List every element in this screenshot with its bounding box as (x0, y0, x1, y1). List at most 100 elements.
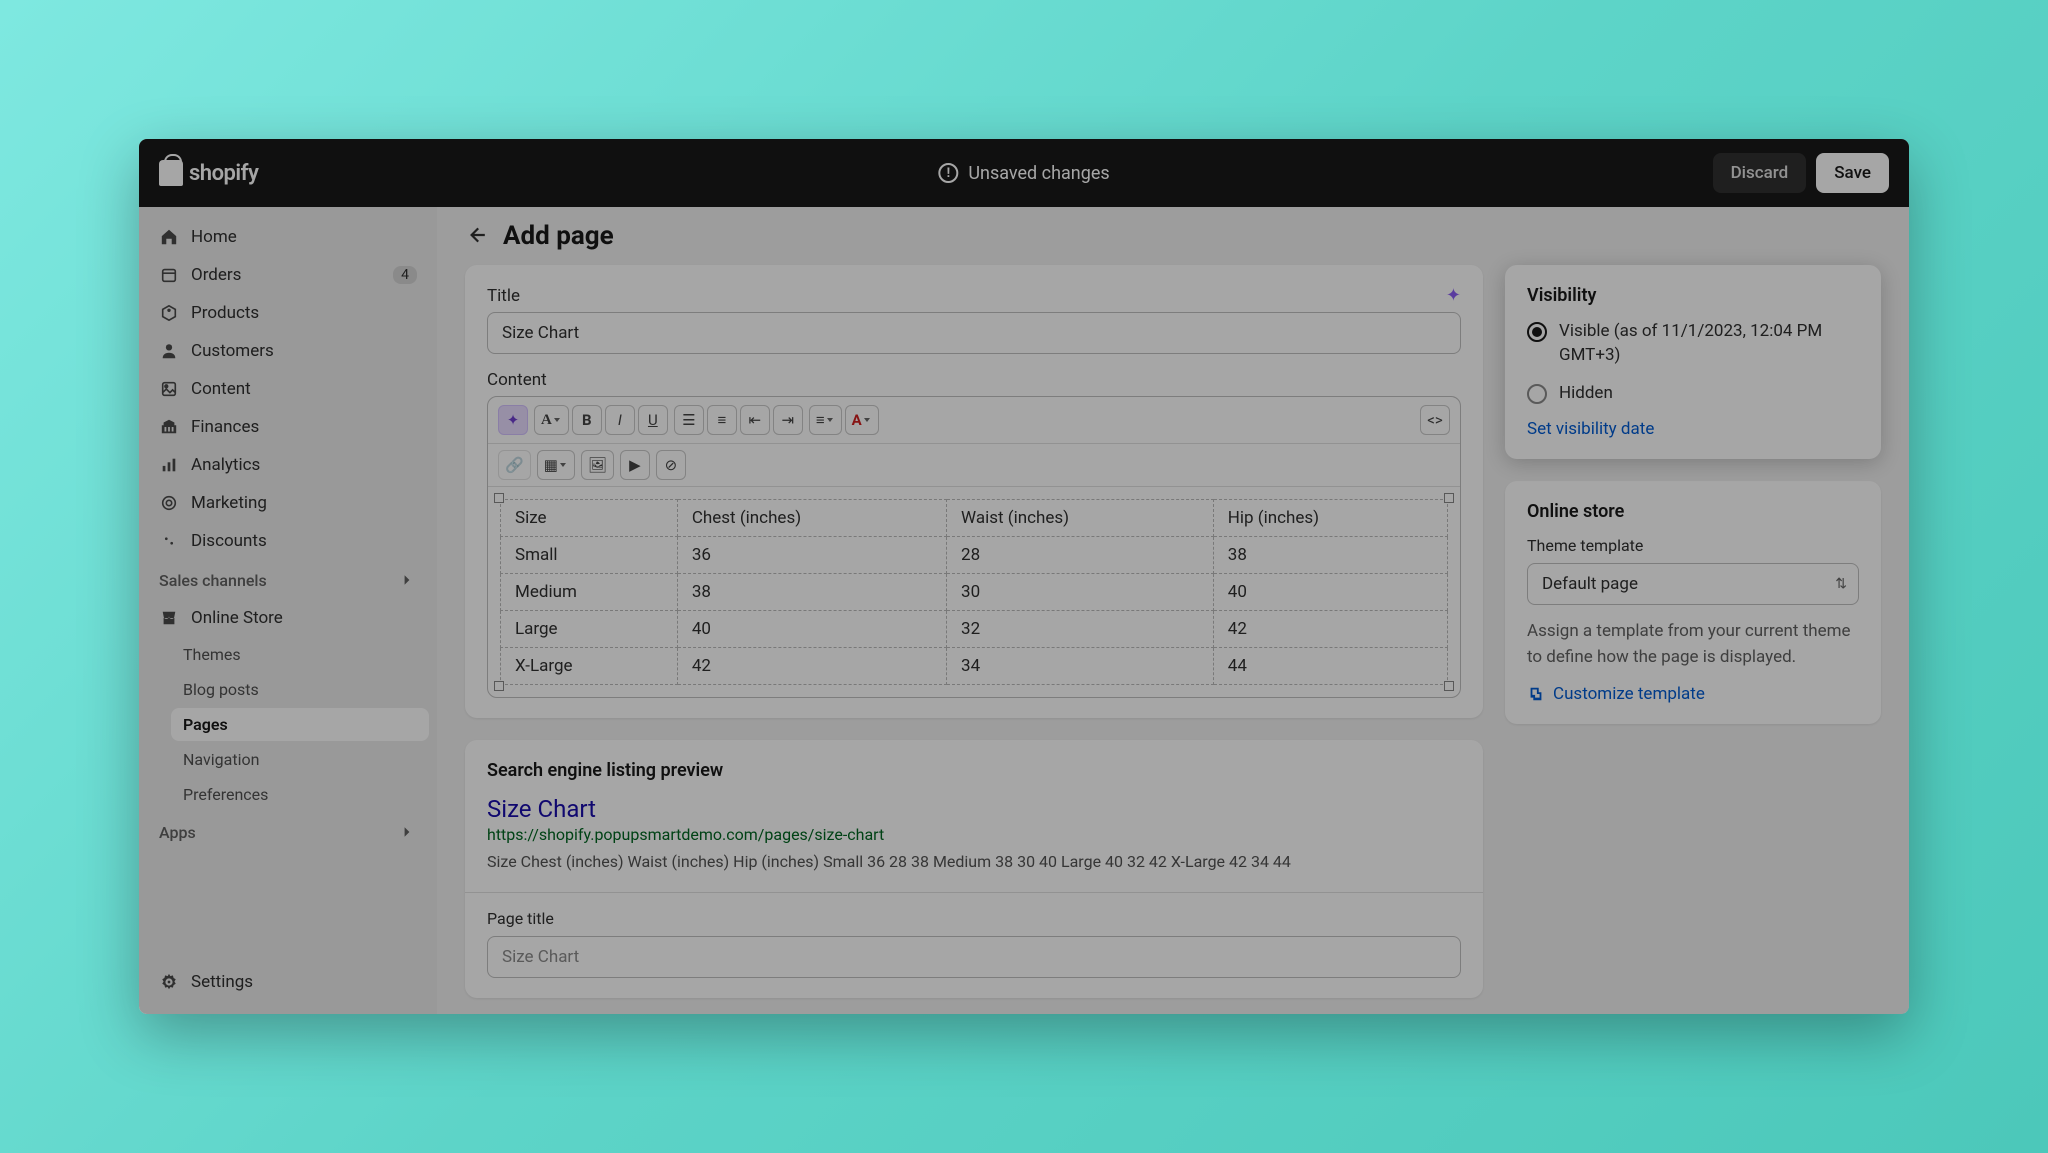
seo-preview-title: Size Chart (487, 795, 1461, 823)
sidebar-item-label: Products (191, 303, 259, 323)
title-label: Title (487, 286, 520, 306)
table-dropdown[interactable]: ▦ (537, 450, 575, 480)
set-visibility-date-link[interactable]: Set visibility date (1527, 419, 1654, 439)
sidebar-item-marketing[interactable]: Marketing (147, 485, 429, 521)
sidebar-item-label: Online Store (191, 608, 283, 628)
table-row: Large403242 (501, 611, 1448, 648)
table-row: Medium383040 (501, 574, 1448, 611)
content-label: Content (487, 370, 1461, 390)
sidebar-item-analytics[interactable]: Analytics (147, 447, 429, 483)
image-button[interactable]: 🖼 (581, 450, 614, 480)
online-store-card: Online store Theme template Default page… (1505, 481, 1881, 724)
visibility-heading: Visibility (1527, 285, 1859, 306)
clear-format-button[interactable]: ⊘ (656, 450, 686, 480)
radio-icon (1527, 384, 1547, 404)
sidebar-item-navigation[interactable]: Navigation (171, 743, 429, 776)
sidebar-item-customers[interactable]: Customers (147, 333, 429, 369)
sidebar-item-blog-posts[interactable]: Blog posts (171, 673, 429, 706)
page-title: Add page (503, 221, 614, 251)
discard-button[interactable]: Discard (1713, 153, 1807, 193)
theme-template-select[interactable]: Default page (1527, 563, 1859, 605)
sidebar-item-pages[interactable]: Pages (171, 708, 429, 741)
editor-card: Title ✦ Content ✦ A B I (465, 265, 1483, 718)
visible-label: Visible (as of 11/1/2023, 12:04 PM GMT+3… (1559, 320, 1859, 368)
save-button[interactable]: Save (1816, 153, 1889, 193)
discounts-icon (159, 531, 179, 551)
sidebar-item-label: Themes (183, 645, 241, 664)
sidebar-item-label: Settings (191, 972, 253, 992)
sidebar-item-online-store[interactable]: Online Store (147, 600, 429, 636)
bullet-list-button[interactable]: ☰ (674, 405, 704, 435)
code-view-button[interactable]: <> (1420, 405, 1450, 435)
chevron-right-icon (399, 572, 417, 590)
visibility-visible-option[interactable]: Visible (as of 11/1/2023, 12:04 PM GMT+3… (1527, 320, 1859, 368)
editor-content[interactable]: SizeChest (inches)Waist (inches)Hip (inc… (488, 487, 1460, 697)
sidebar-item-label: Customers (191, 341, 274, 361)
color-dropdown[interactable]: A (845, 405, 879, 435)
bold-button[interactable]: B (572, 405, 602, 435)
hidden-label: Hidden (1559, 382, 1613, 406)
seo-heading: Search engine listing preview (487, 760, 1461, 781)
alert-icon: ! (938, 163, 958, 183)
sidebar-item-label: Finances (191, 417, 259, 437)
italic-button[interactable]: I (605, 405, 635, 435)
selection-handle[interactable] (494, 493, 504, 503)
sales-channels-header[interactable]: Sales channels (147, 561, 429, 600)
sidebar-item-settings[interactable]: Settings (147, 964, 429, 1000)
apps-header[interactable]: Apps (147, 813, 429, 852)
sidebar-item-themes[interactable]: Themes (171, 638, 429, 671)
apps-label: Apps (159, 823, 196, 842)
selection-handle[interactable] (1444, 493, 1454, 503)
indent-button[interactable]: ⇥ (773, 405, 803, 435)
rich-text-editor: ✦ A B I U ☰ ≡ ⇤ (487, 396, 1461, 698)
sidebar-item-label: Content (191, 379, 251, 399)
sidebar-item-home[interactable]: Home (147, 219, 429, 255)
link-button[interactable]: 🔗 (498, 450, 531, 480)
visibility-hidden-option[interactable]: Hidden (1527, 382, 1859, 406)
theme-template-label: Theme template (1527, 536, 1859, 555)
orders-badge: 4 (393, 266, 417, 284)
selection-handle[interactable] (1444, 681, 1454, 691)
home-icon (159, 227, 179, 247)
sidebar-item-products[interactable]: Products (147, 295, 429, 331)
page-title-input[interactable] (487, 936, 1461, 978)
selection-handle[interactable] (494, 681, 504, 691)
page-title-label: Page title (487, 909, 1461, 928)
sidebar-item-label: Preferences (183, 785, 268, 804)
sidebar-item-label: Analytics (191, 455, 260, 475)
size-chart-table[interactable]: SizeChest (inches)Waist (inches)Hip (inc… (500, 499, 1448, 685)
seo-preview-url: https://shopify.popupsmartdemo.com/pages… (487, 825, 1461, 844)
ai-tool-button[interactable]: ✦ (498, 405, 528, 435)
title-input[interactable] (487, 312, 1461, 354)
number-list-button[interactable]: ≡ (707, 405, 737, 435)
sidebar-item-orders[interactable]: Orders 4 (147, 257, 429, 293)
online-store-heading: Online store (1527, 501, 1859, 522)
sidebar-item-label: Marketing (191, 493, 267, 513)
sidebar-item-finances[interactable]: Finances (147, 409, 429, 445)
video-button[interactable]: ▶ (620, 450, 650, 480)
gear-icon (159, 972, 179, 992)
font-dropdown[interactable]: A (534, 405, 569, 435)
customize-template-link[interactable]: Customize template (1553, 684, 1705, 704)
marketing-icon (159, 493, 179, 513)
shopify-logo: shopify (159, 160, 258, 186)
chevron-right-icon (399, 824, 417, 842)
sidebar-item-label: Blog posts (183, 680, 259, 699)
sparkle-icon[interactable]: ✦ (1446, 285, 1461, 306)
store-icon (159, 608, 179, 628)
align-dropdown[interactable]: ≡ (809, 405, 842, 435)
sidebar-item-content[interactable]: Content (147, 371, 429, 407)
theme-help-text: Assign a template from your current them… (1527, 619, 1859, 670)
sales-channels-label: Sales channels (159, 571, 267, 590)
back-button[interactable] (465, 224, 489, 248)
sidebar-item-discounts[interactable]: Discounts (147, 523, 429, 559)
seo-card: Search engine listing preview Size Chart… (465, 740, 1483, 998)
table-row: Small362838 (501, 537, 1448, 574)
unsaved-banner: ! Unsaved changes (938, 163, 1109, 184)
unsaved-text: Unsaved changes (968, 163, 1109, 184)
analytics-icon (159, 455, 179, 475)
outdent-button[interactable]: ⇤ (740, 405, 770, 435)
underline-button[interactable]: U (638, 405, 668, 435)
sidebar-item-preferences[interactable]: Preferences (171, 778, 429, 811)
orders-icon (159, 265, 179, 285)
